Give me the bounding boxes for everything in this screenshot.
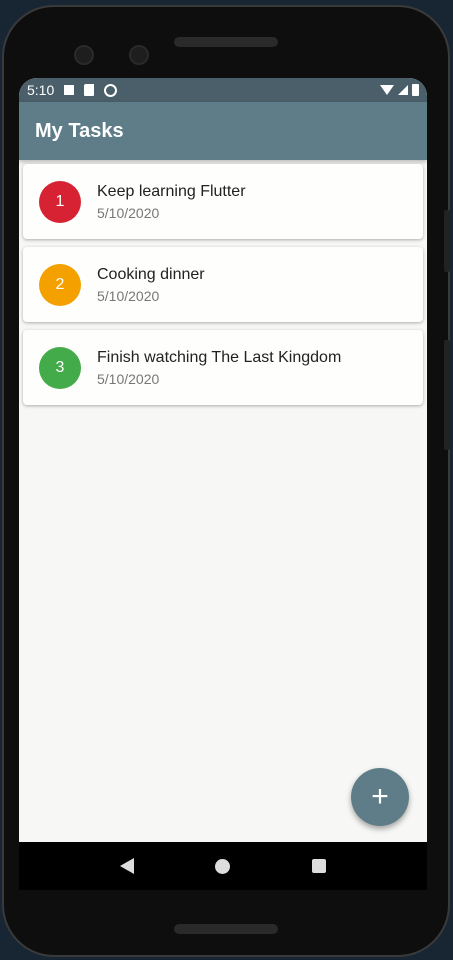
home-icon[interactable] <box>215 858 231 874</box>
task-title: Cooking dinner <box>97 265 205 283</box>
task-number-avatar: 1 <box>39 180 81 223</box>
page-title: My Tasks <box>35 119 124 142</box>
data-saver-icon <box>104 83 118 97</box>
task-date: 5/10/2020 <box>97 204 160 221</box>
recents-icon[interactable] <box>312 859 327 873</box>
speaker-grille <box>174 924 278 934</box>
camera-icon <box>129 45 149 65</box>
task-title: Keep learning Flutter <box>97 182 246 200</box>
notification-a-icon <box>64 85 75 95</box>
task-date: 5/10/2020 <box>97 370 160 387</box>
task-list: 1 Keep learning Flutter 5/10/2020 2 Cooki… <box>19 160 427 417</box>
navigation-bar <box>19 842 427 890</box>
wifi-icon <box>380 85 394 95</box>
status-time: 5:10 <box>27 82 55 98</box>
task-item[interactable]: 1 Keep learning Flutter 5/10/2020 <box>23 164 423 239</box>
task-number-avatar: 2 <box>39 263 81 306</box>
task-title: Finish watching The Last Kingdom <box>97 348 342 366</box>
back-icon[interactable] <box>119 858 134 874</box>
add-task-button[interactable]: + <box>351 768 409 826</box>
screen: 5:10 My Tasks 1 Keep learning Flutter 5/1… <box>19 78 427 890</box>
power-button <box>444 340 450 450</box>
volume-button <box>444 210 450 272</box>
app-bar: My Tasks <box>19 102 427 160</box>
battery-icon <box>412 84 419 96</box>
status-bar: 5:10 <box>19 78 427 102</box>
sd-card-icon <box>84 84 95 96</box>
task-item[interactable]: 3 Finish watching The Last Kingdom 5/10/2… <box>23 330 423 405</box>
speaker-grille <box>174 37 278 47</box>
task-date: 5/10/2020 <box>97 287 160 304</box>
signal-icon <box>398 85 408 95</box>
task-item[interactable]: 2 Cooking dinner 5/10/2020 <box>23 247 423 322</box>
task-number-avatar: 3 <box>39 346 81 389</box>
camera-icon <box>74 45 94 65</box>
